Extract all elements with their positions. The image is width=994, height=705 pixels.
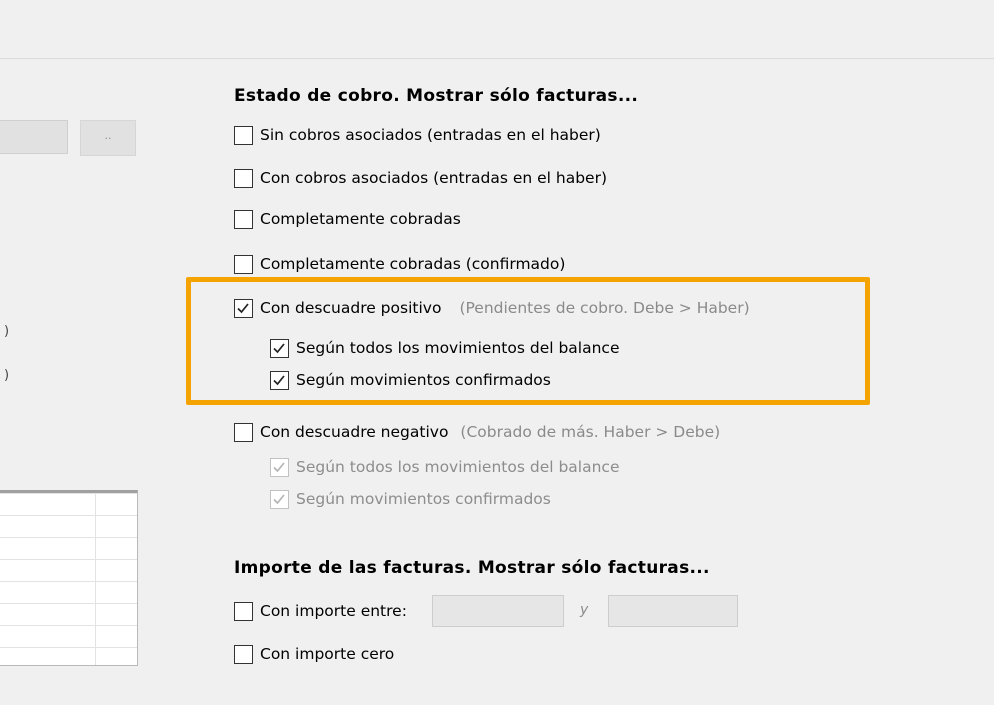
importe-section-title: Importe de las facturas. Mostrar sólo fa… <box>234 558 710 578</box>
left-radio-fragment: ) <box>4 324 10 339</box>
positivo-todos-checkbox[interactable] <box>270 338 289 358</box>
sin-cobros-option[interactable]: Sin cobros asociados (entradas en el hab… <box>234 124 601 146</box>
checkmark-icon <box>273 342 285 353</box>
importe-entre-checkbox[interactable] <box>234 601 253 621</box>
negativo-confirmados-option: Según movimientos confirmados <box>270 488 551 510</box>
descuadre-negativo-label: Con descuadre negativo <box>260 423 449 441</box>
sin-cobros-label: Sin cobros asociados (entradas en el hab… <box>260 126 601 144</box>
left-grid-table[interactable] <box>0 490 138 666</box>
checkmark-icon <box>273 374 285 385</box>
positivo-confirmados-checkbox[interactable] <box>270 370 289 390</box>
completamente-option[interactable]: Completamente cobradas <box>234 208 461 230</box>
completamente-conf-label: Completamente cobradas (confirmado) <box>260 255 566 273</box>
left-text-field[interactable] <box>0 120 68 154</box>
negativo-todos-option: Según todos los movimientos del balance <box>270 456 620 478</box>
sin-cobros-checkbox[interactable] <box>234 125 253 145</box>
importe-cero-option[interactable]: Con importe cero <box>234 643 394 665</box>
completamente-conf-option[interactable]: Completamente cobradas (confirmado) <box>234 253 565 275</box>
browse-button[interactable]: .. <box>80 120 136 156</box>
positivo-todos-option[interactable]: Según todos los movimientos del balance <box>270 337 620 359</box>
importe-from-field[interactable] <box>432 595 564 627</box>
descuadre-negativo-hint: (Cobrado de más. Haber > Debe) <box>460 423 721 441</box>
positivo-todos-label: Según todos los movimientos del balance <box>296 339 620 357</box>
left-radio-fragment: ) <box>4 368 10 383</box>
estado-section-title: Estado de cobro. Mostrar sólo facturas..… <box>234 86 639 106</box>
importe-to-field[interactable] <box>608 595 738 627</box>
importe-entre-label: Con importe entre: <box>260 602 407 620</box>
negativo-todos-label: Según todos los movimientos del balance <box>296 458 620 476</box>
descuadre-negativo-checkbox[interactable] <box>234 422 253 442</box>
importe-cero-checkbox[interactable] <box>234 644 253 664</box>
and-label: y <box>580 602 589 618</box>
checkmark-icon <box>237 302 249 313</box>
negativo-todos-checkbox <box>270 457 289 477</box>
con-cobros-checkbox[interactable] <box>234 168 253 188</box>
positivo-confirmados-option[interactable]: Según movimientos confirmados <box>270 369 551 391</box>
con-cobros-label: Con cobros asociados (entradas en el hab… <box>260 169 607 187</box>
top-toolbar <box>0 0 994 59</box>
positivo-confirmados-label: Según movimientos confirmados <box>296 371 551 389</box>
completamente-checkbox[interactable] <box>234 209 253 229</box>
importe-cero-label: Con importe cero <box>260 645 395 663</box>
checkmark-icon <box>273 493 285 504</box>
descuadre-positivo-checkbox[interactable] <box>234 298 253 318</box>
checkmark-icon <box>273 461 285 472</box>
descuadre-positivo-hint: (Pendientes de cobro. Debe > Haber) <box>459 299 750 317</box>
completamente-conf-checkbox[interactable] <box>234 254 253 274</box>
descuadre-positivo-label: Con descuadre positivo <box>260 299 442 317</box>
negativo-confirmados-label: Según movimientos confirmados <box>296 490 551 508</box>
negativo-confirmados-checkbox <box>270 489 289 509</box>
completamente-label: Completamente cobradas <box>260 210 461 228</box>
descuadre-negativo-option[interactable]: Con descuadre negativo (Cobrado de más. … <box>234 421 720 443</box>
descuadre-positivo-option[interactable]: Con descuadre positivo (Pendientes de co… <box>234 297 750 319</box>
con-cobros-option[interactable]: Con cobros asociados (entradas en el hab… <box>234 167 607 189</box>
importe-entre-option[interactable]: Con importe entre: <box>234 600 407 622</box>
